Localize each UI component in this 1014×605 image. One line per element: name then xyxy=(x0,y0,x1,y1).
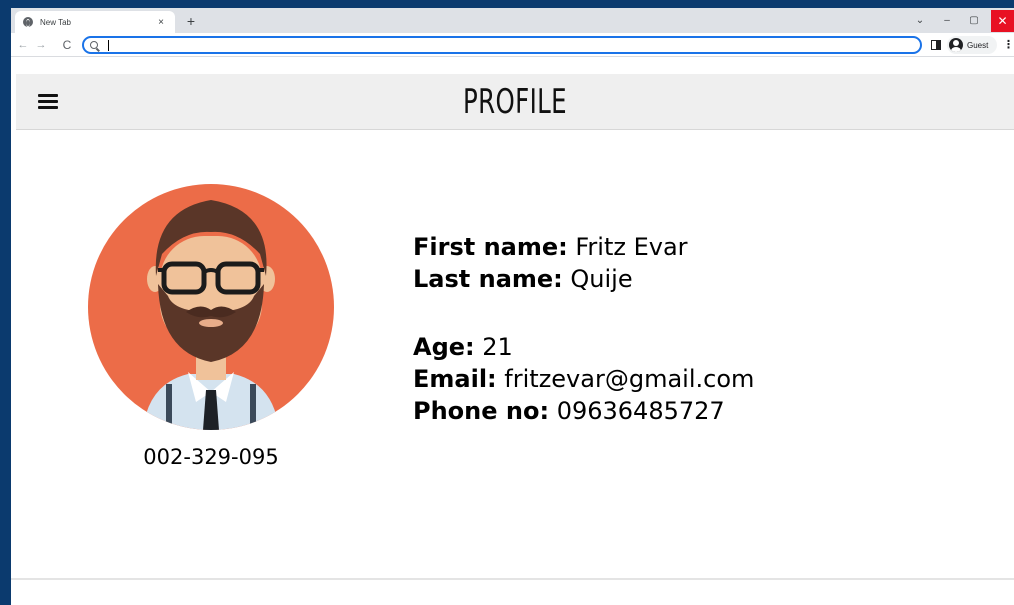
age-row: Age: 21 xyxy=(413,331,754,363)
student-id-number: 002-329-095 xyxy=(143,445,279,469)
first-name-value: Fritz Evar xyxy=(575,233,688,261)
maximize-button[interactable]: ▢ xyxy=(962,8,986,33)
minimize-button[interactable]: – xyxy=(935,8,959,33)
side-panel-icon[interactable] xyxy=(931,40,941,50)
address-input[interactable] xyxy=(104,39,884,51)
reload-button[interactable]: C xyxy=(59,36,75,54)
text-caret xyxy=(108,40,109,51)
age-value: 21 xyxy=(482,333,513,361)
profile-avatar xyxy=(88,184,334,430)
profile-label: Guest xyxy=(967,40,989,50)
first-name-row: First name: Fritz Evar xyxy=(413,231,754,263)
phone-row: Phone no: 09636485727 xyxy=(413,395,754,427)
close-window-button[interactable]: ✕ xyxy=(991,10,1014,32)
search-icon xyxy=(90,41,98,49)
phone-label: Phone no: xyxy=(413,397,550,425)
browser-toolbar: ← → C Guest ⋮ xyxy=(11,33,1014,57)
bearded-man-avatar-icon xyxy=(88,184,334,430)
browser-menu-icon[interactable]: ⋮ xyxy=(1003,36,1014,54)
tab-title: New Tab xyxy=(40,17,71,27)
address-bar[interactable] xyxy=(82,36,922,54)
profile-button[interactable]: Guest xyxy=(947,36,997,54)
footer-divider xyxy=(11,578,1014,580)
globe-icon xyxy=(23,17,33,27)
email-value: fritzevar@gmail.com xyxy=(504,365,755,393)
new-tab-button[interactable]: + xyxy=(183,13,199,29)
tab-new-tab[interactable]: New Tab × xyxy=(15,11,175,33)
guest-avatar-icon xyxy=(949,38,963,52)
email-label: Email: xyxy=(413,365,497,393)
back-button[interactable]: ← xyxy=(15,36,31,54)
profile-details: First name: Fritz Evar Last name: Quije … xyxy=(413,231,754,427)
page-content: PROFILE 002-329-095 First name: Fritz Ev… xyxy=(11,57,1014,605)
tab-search-chevron-icon[interactable]: ⌄ xyxy=(908,8,932,33)
last-name-label: Last name: xyxy=(413,265,563,293)
browser-window: New Tab × + ⌄ – ▢ ✕ ← → C Guest ⋮ PROFIL… xyxy=(11,8,1014,605)
phone-value: 09636485727 xyxy=(556,397,725,425)
hamburger-menu-icon[interactable] xyxy=(38,94,58,110)
email-row: Email: fritzevar@gmail.com xyxy=(413,363,754,395)
tab-strip: New Tab × + ⌄ – ▢ ✕ xyxy=(11,8,1014,33)
first-name-label: First name: xyxy=(413,233,568,261)
forward-button[interactable]: → xyxy=(33,36,49,54)
tab-close-icon[interactable]: × xyxy=(155,17,167,28)
last-name-value: Quije xyxy=(570,265,633,293)
last-name-row: Last name: Quije xyxy=(413,263,754,295)
app-header: PROFILE xyxy=(16,74,1014,130)
page-title: PROFILE xyxy=(463,82,567,122)
age-label: Age: xyxy=(413,333,475,361)
